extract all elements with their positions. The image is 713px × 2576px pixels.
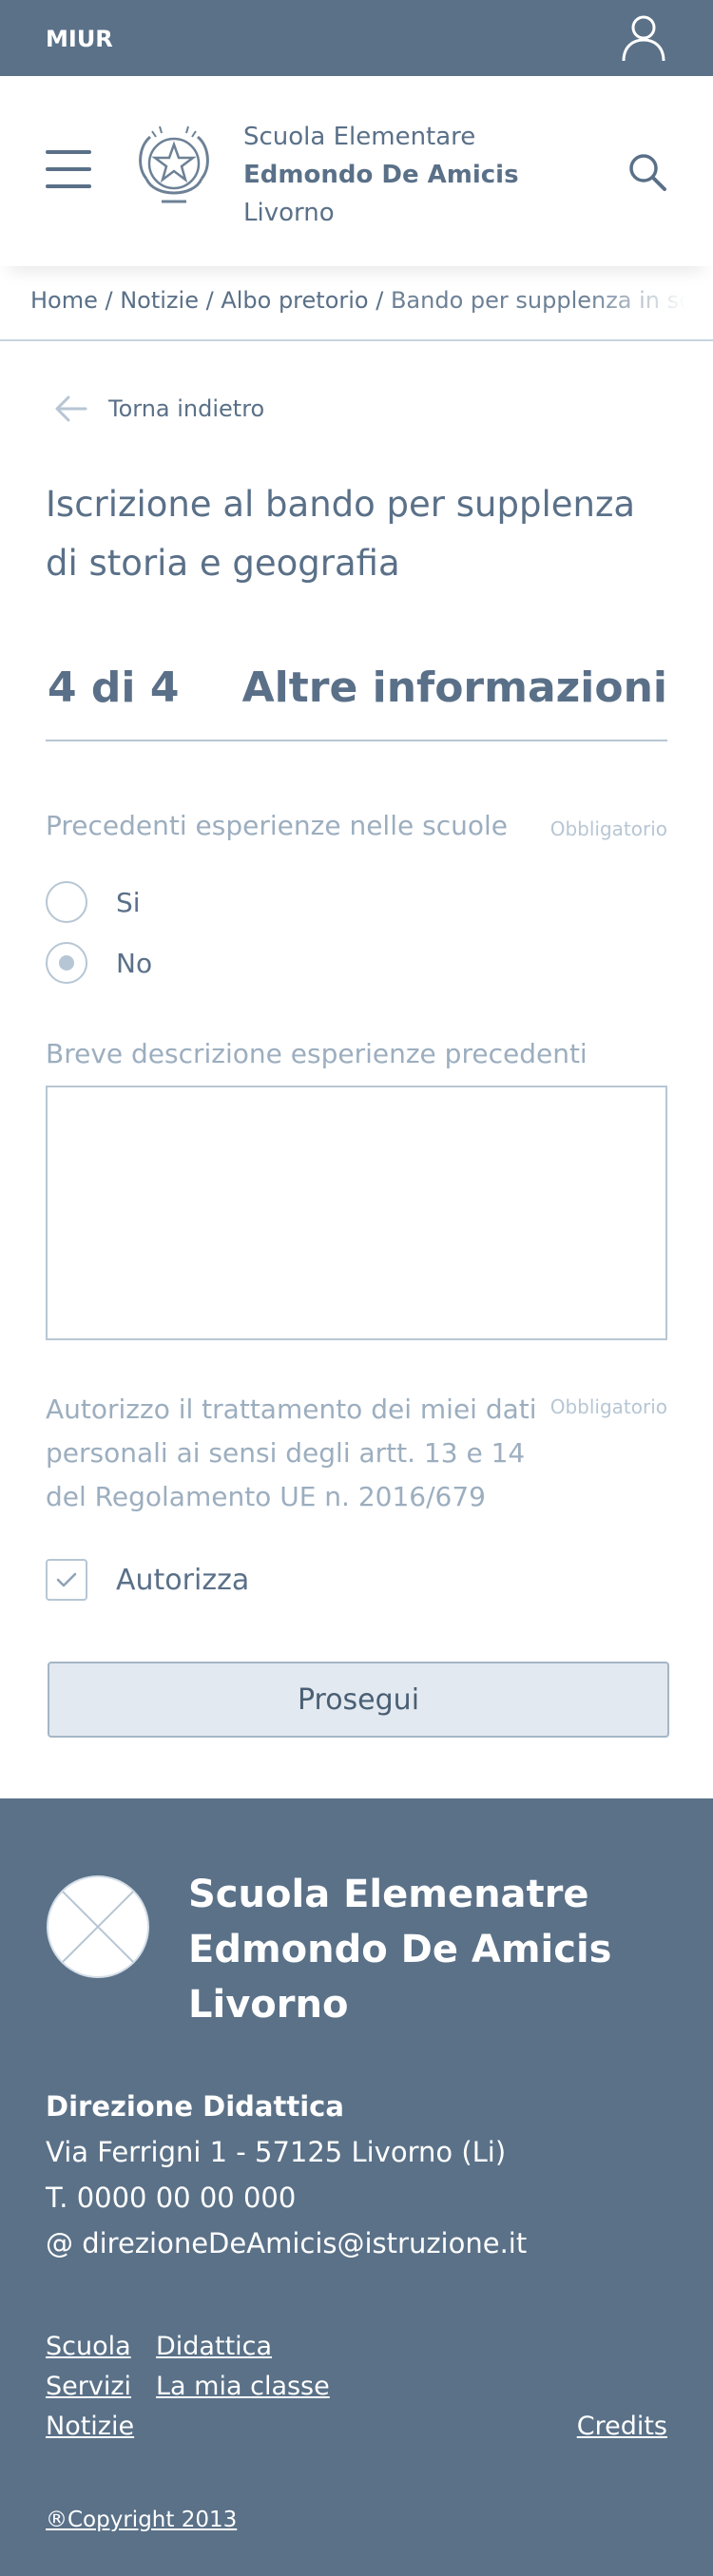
radio-option-si[interactable]: Si xyxy=(46,880,141,924)
experience-label: Precedenti esperienze nelle scuole xyxy=(46,810,508,841)
arrow-left-icon xyxy=(55,395,87,422)
site-header: Scuola Elementare Edmondo De Amicis Livo… xyxy=(0,76,713,266)
privacy-checkbox-row[interactable]: Autorizza xyxy=(46,1559,249,1601)
breadcrumb-separator: / xyxy=(368,287,391,314)
footer-link-notizie[interactable]: Notizie xyxy=(46,2412,134,2441)
address: Via Ferrigni 1 - 57125 Livorno (Li) xyxy=(46,2136,507,2168)
radio-label: Si xyxy=(116,886,141,918)
hamburger-menu-icon[interactable] xyxy=(46,150,91,188)
privacy-checkbox[interactable] xyxy=(46,1559,87,1601)
description-label: Breve descrizione esperienze precedenti xyxy=(46,1038,588,1069)
footer-link-servizi[interactable]: Servizi xyxy=(46,2372,131,2401)
school-name-line1: Scuola Elementare xyxy=(243,123,476,151)
footer-school-line3: Livorno xyxy=(188,1983,349,2027)
radio-button-selected[interactable] xyxy=(46,942,87,984)
footer-links-col2: Didattica La mia classe xyxy=(156,2327,330,2407)
breadcrumb-board[interactable]: Albo pretorio xyxy=(221,287,368,314)
breadcrumb-divider xyxy=(0,339,713,341)
school-logo-placeholder xyxy=(47,1875,149,1978)
back-link[interactable]: Torna indietro xyxy=(53,390,264,428)
required-label: Obbligatorio xyxy=(549,817,667,840)
breadcrumb-separator: / xyxy=(97,287,121,314)
back-link-label: Torna indietro xyxy=(108,395,265,422)
radio-button[interactable] xyxy=(46,881,87,923)
breadcrumb-separator: / xyxy=(198,287,222,314)
email[interactable]: @ direzioneDeAmicis@istruzione.it xyxy=(46,2220,527,2266)
site-footer: Scuola Elemenatre Edmondo De Amicis Livo… xyxy=(0,1798,713,2576)
footer-link-scuola[interactable]: Scuola xyxy=(46,2332,131,2361)
phone: T. 0000 00 00 000 xyxy=(46,2182,297,2214)
radio-option-no[interactable]: No xyxy=(46,941,152,985)
step-indicator: 4 di 4 Altre informazioni xyxy=(46,656,667,741)
required-label: Obbligatorio xyxy=(549,1395,667,1418)
breadcrumb: Home / Notizie / Albo pretorio / Bando p… xyxy=(30,287,686,319)
page-title: Iscrizione al bando per supplenza di sto… xyxy=(46,484,636,584)
direction-heading: Direzione Didattica xyxy=(46,2090,344,2123)
step-counter: 4 di 4 xyxy=(48,663,180,712)
contact-info: Direzione Didattica Via Ferrigni 1 - 571… xyxy=(46,2084,527,2266)
school-name-line2: Edmondo De Amicis xyxy=(243,161,519,189)
brand-label[interactable]: MIUR xyxy=(46,26,113,52)
copyright-link[interactable]: ®Copyright 2013 xyxy=(46,2508,237,2532)
school-name-line3: Livorno xyxy=(243,199,335,227)
footer-link-didattica[interactable]: Didattica xyxy=(156,2332,272,2361)
footer-school-line2: Edmondo De Amicis xyxy=(188,1928,612,1971)
privacy-label: Autorizzo il trattamento dei miei dati p… xyxy=(46,1394,537,1512)
privacy-checkbox-label: Autorizza xyxy=(116,1563,250,1597)
breadcrumb-home[interactable]: Home xyxy=(30,287,98,314)
search-icon[interactable] xyxy=(627,152,667,192)
footer-school-line1: Scuola Elemenatre xyxy=(188,1873,589,1916)
footer-link-la-mia-classe[interactable]: La mia classe xyxy=(156,2372,330,2401)
italian-republic-emblem xyxy=(139,125,209,203)
breadcrumb-news[interactable]: Notizie xyxy=(120,287,199,314)
step-name: Altre informazioni xyxy=(241,663,667,712)
breadcrumb-current: Bando per supplenza in scuola xyxy=(390,287,686,314)
user-icon[interactable] xyxy=(620,13,667,63)
footer-links-col1: Scuola Servizi Notizie xyxy=(46,2327,134,2447)
footer-school-name: Scuola Elemenatre Edmondo De Amicis Livo… xyxy=(188,1867,611,2032)
credits-link[interactable]: Credits xyxy=(577,2407,667,2447)
description-textarea[interactable] xyxy=(46,1086,667,1340)
continue-button[interactable]: Prosegui xyxy=(48,1662,669,1738)
top-bar: MIUR xyxy=(0,0,713,76)
school-name[interactable]: Scuola Elementare Edmondo De Amicis Livo… xyxy=(243,118,519,232)
checkmark-icon xyxy=(56,1572,77,1587)
radio-label: No xyxy=(116,947,153,979)
